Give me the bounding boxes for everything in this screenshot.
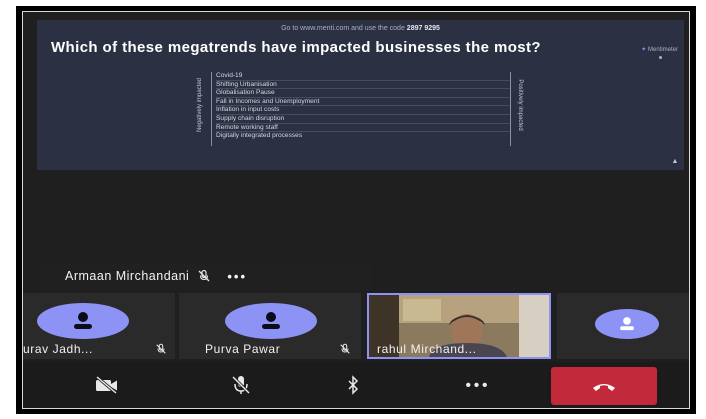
list-item: Globalisation Pause bbox=[216, 89, 510, 98]
mic-off-icon bbox=[156, 343, 166, 354]
menti-code-line: Go to www.menti.com and use the code 289… bbox=[37, 25, 684, 32]
person-icon bbox=[620, 317, 634, 331]
left-axis: Negatively impacted bbox=[195, 72, 205, 144]
person-icon bbox=[74, 312, 92, 329]
presenter-more-button[interactable]: ••• bbox=[227, 269, 247, 284]
video-off-icon bbox=[96, 376, 117, 394]
call-toolbar: ••• bbox=[23, 362, 689, 408]
presenter-name: Armaan Mirchandani bbox=[65, 269, 190, 283]
brand-dot bbox=[659, 56, 662, 59]
hang-up-icon bbox=[593, 384, 615, 391]
screenshot-frame: Go to www.menti.com and use the code 289… bbox=[16, 6, 696, 414]
list-item: Remote working staff bbox=[216, 124, 510, 133]
presenter-name-bar: Armaan Mirchandani ••• bbox=[41, 262, 373, 290]
more-options-button[interactable]: ••• bbox=[443, 370, 513, 400]
participant-tile-active[interactable]: rahul Mirchand... bbox=[367, 293, 551, 359]
left-axis-label: Negatively impacted bbox=[197, 77, 203, 133]
brand-name: Mentimeter bbox=[647, 47, 678, 53]
avatar bbox=[225, 303, 317, 339]
end-call-button[interactable] bbox=[551, 367, 657, 405]
avatar bbox=[37, 303, 129, 339]
brand-logo: ✦ Mentimeter bbox=[641, 46, 678, 53]
avatar bbox=[595, 309, 659, 339]
right-axis: Positively impacted bbox=[515, 72, 525, 144]
ranking-list: Covid-19 Shifting Urbanisation Globalisa… bbox=[211, 72, 511, 146]
participant-tile[interactable]: urav Jadh... bbox=[23, 293, 175, 359]
mic-toggle-button[interactable] bbox=[211, 370, 271, 400]
list-item: Covid-19 bbox=[216, 72, 510, 81]
mic-off-icon bbox=[231, 375, 251, 395]
participant-name: urav Jadh... bbox=[23, 342, 93, 356]
participant-tile[interactable] bbox=[557, 293, 689, 359]
meeting-window: Go to www.menti.com and use the code 289… bbox=[22, 11, 690, 409]
participant-tile[interactable]: Purva Pawar bbox=[179, 293, 361, 359]
participant-name: rahul Mirchand... bbox=[377, 342, 477, 356]
shared-presentation[interactable]: Go to www.menti.com and use the code 289… bbox=[37, 20, 684, 170]
menti-code: 2897 9295 bbox=[406, 25, 440, 32]
mic-off-icon bbox=[198, 269, 210, 282]
camera-toggle-button[interactable] bbox=[77, 370, 137, 400]
mic-off-icon bbox=[340, 343, 350, 354]
right-axis-label: Positively impacted bbox=[517, 79, 523, 131]
mentimeter-icon: ✦ bbox=[641, 47, 647, 53]
code-instruction: Go to www.menti.com and use the code bbox=[281, 25, 405, 32]
bluetooth-icon bbox=[348, 375, 359, 395]
list-item: Supply chain disruption bbox=[216, 115, 510, 124]
collapse-up-icon[interactable]: ▲ bbox=[668, 158, 682, 168]
bluetooth-audio-button[interactable] bbox=[323, 370, 383, 400]
list-item: Fall in Incomes and Unemployment bbox=[216, 98, 510, 107]
more-icon: ••• bbox=[465, 376, 491, 394]
list-item: Digitally integrated processes bbox=[216, 132, 303, 140]
person-icon bbox=[262, 312, 280, 329]
participant-name: Purva Pawar bbox=[205, 342, 281, 356]
list-item: Inflation in input costs bbox=[216, 106, 510, 115]
list-item: Shifting Urbanisation bbox=[216, 81, 510, 90]
question-title: Which of these megatrends have impacted … bbox=[51, 39, 541, 56]
